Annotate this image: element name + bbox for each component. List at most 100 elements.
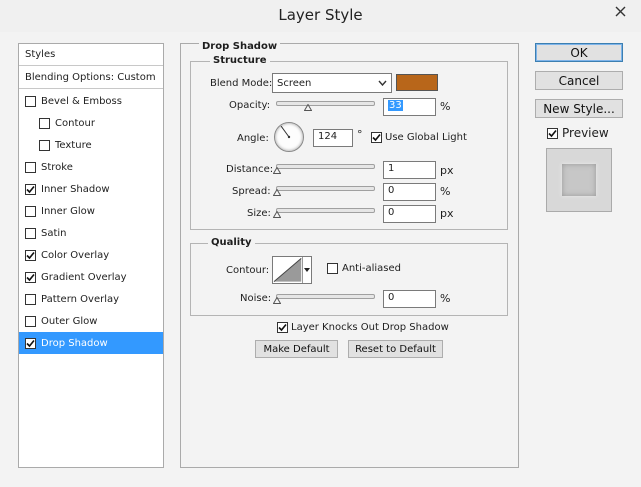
knocks-out-checkbox[interactable] bbox=[277, 322, 288, 333]
style-item-label: Gradient Overlay bbox=[41, 271, 127, 283]
use-global-light-checkbox[interactable] bbox=[371, 132, 382, 143]
size-slider-thumb[interactable] bbox=[272, 210, 282, 218]
size-value: 0 bbox=[388, 207, 395, 218]
anti-aliased-checkbox[interactable] bbox=[327, 263, 338, 274]
styles-list-panel: Styles Blending Options: Custom Bevel & … bbox=[18, 43, 164, 468]
style-item-label: Outer Glow bbox=[41, 315, 98, 327]
style-checkbox[interactable] bbox=[25, 227, 36, 239]
shadow-color-swatch[interactable] bbox=[396, 74, 438, 91]
size-slider[interactable] bbox=[276, 208, 375, 213]
style-checkbox-checked[interactable] bbox=[25, 271, 36, 283]
close-button[interactable] bbox=[606, 1, 634, 21]
blending-options-label: Blending Options: Custom bbox=[25, 72, 156, 83]
distance-input[interactable]: 1 bbox=[383, 161, 436, 179]
style-item-inner-glow[interactable]: Inner Glow bbox=[19, 200, 163, 222]
contour-dropdown-arrow-icon[interactable] bbox=[302, 257, 311, 283]
style-checkbox[interactable] bbox=[25, 205, 36, 217]
blend-mode-select[interactable]: Screen bbox=[272, 73, 392, 93]
distance-unit: px bbox=[440, 164, 454, 177]
window-title: Layer Style bbox=[278, 6, 363, 24]
section-title: Drop Shadow bbox=[199, 41, 281, 52]
distance-slider[interactable] bbox=[276, 164, 375, 169]
style-item-gradient-overlay[interactable]: Gradient Overlay bbox=[19, 266, 163, 288]
new-style-button[interactable]: New Style... bbox=[535, 99, 623, 118]
blend-mode-label: Blend Mode: bbox=[210, 78, 273, 89]
style-item-label: Bevel & Emboss bbox=[41, 95, 122, 107]
size-label: Size: bbox=[247, 208, 271, 219]
style-checkbox[interactable] bbox=[25, 95, 36, 107]
contour-label: Contour: bbox=[226, 265, 270, 276]
style-item-label: Texture bbox=[55, 139, 92, 151]
distance-label: Distance: bbox=[226, 164, 274, 175]
spread-input[interactable]: 0 bbox=[383, 183, 436, 201]
opacity-slider[interactable] bbox=[276, 101, 375, 106]
style-item-label: Inner Shadow bbox=[41, 183, 110, 195]
style-item-inner-shadow[interactable]: Inner Shadow bbox=[19, 178, 163, 200]
checkmark-icon bbox=[26, 251, 35, 259]
styles-header[interactable]: Styles bbox=[19, 44, 163, 66]
blend-mode-value: Screen bbox=[277, 77, 312, 89]
style-item-label: Stroke bbox=[41, 161, 73, 173]
knocks-out-label: Layer Knocks Out Drop Shadow bbox=[291, 322, 449, 333]
size-unit: px bbox=[440, 207, 454, 220]
style-item-stroke[interactable]: Stroke bbox=[19, 156, 163, 178]
style-item-label: Inner Glow bbox=[41, 205, 95, 217]
reset-to-default-button[interactable]: Reset to Default bbox=[348, 340, 443, 358]
style-checkbox[interactable] bbox=[25, 293, 36, 305]
size-input[interactable]: 0 bbox=[383, 205, 436, 223]
noise-slider[interactable] bbox=[276, 294, 375, 299]
angle-input[interactable]: 124 bbox=[313, 129, 353, 147]
spread-slider[interactable] bbox=[276, 186, 375, 191]
style-checkbox[interactable] bbox=[25, 315, 36, 327]
style-checkbox[interactable] bbox=[25, 161, 36, 173]
checkmark-icon bbox=[372, 133, 381, 142]
spread-slider-thumb[interactable] bbox=[272, 188, 282, 196]
opacity-slider-thumb[interactable] bbox=[303, 103, 313, 111]
cancel-button[interactable]: Cancel bbox=[535, 71, 623, 90]
style-item-label: Contour bbox=[55, 117, 95, 129]
style-checkbox[interactable] bbox=[39, 117, 50, 129]
make-default-button[interactable]: Make Default bbox=[255, 340, 338, 358]
cancel-label: Cancel bbox=[558, 73, 600, 88]
preview-toggle[interactable]: Preview bbox=[547, 126, 609, 140]
noise-input[interactable]: 0 bbox=[383, 290, 436, 308]
ok-button[interactable]: OK bbox=[535, 43, 623, 62]
angle-dial[interactable] bbox=[274, 122, 304, 152]
structure-title: Structure bbox=[210, 55, 270, 66]
style-item-texture[interactable]: Texture bbox=[19, 134, 163, 156]
anti-aliased-toggle[interactable]: Anti-aliased bbox=[327, 263, 401, 274]
knocks-out-toggle[interactable]: Layer Knocks Out Drop Shadow bbox=[277, 322, 449, 333]
contour-picker[interactable] bbox=[272, 256, 312, 284]
style-checkbox-checked[interactable] bbox=[25, 183, 36, 195]
distance-slider-thumb[interactable] bbox=[272, 166, 282, 174]
style-checkbox-checked[interactable] bbox=[25, 249, 36, 261]
preview-checkbox[interactable] bbox=[547, 127, 558, 139]
angle-value: 124 bbox=[318, 131, 338, 142]
chevron-down-icon bbox=[378, 78, 387, 89]
style-checkbox-checked[interactable] bbox=[25, 337, 36, 349]
checkmark-icon bbox=[26, 185, 35, 193]
style-preview-thumbnail bbox=[562, 164, 596, 196]
style-item-label: Satin bbox=[41, 227, 67, 239]
style-item-bevel-emboss[interactable]: Bevel & Emboss bbox=[19, 90, 163, 112]
blending-options-item[interactable]: Blending Options: Custom bbox=[19, 67, 163, 89]
style-checkbox[interactable] bbox=[39, 139, 50, 151]
style-item-contour[interactable]: Contour bbox=[19, 112, 163, 134]
opacity-input[interactable]: 33 bbox=[383, 98, 436, 116]
distance-value: 1 bbox=[388, 163, 395, 174]
use-global-light-toggle[interactable]: Use Global Light bbox=[371, 132, 467, 143]
noise-slider-thumb[interactable] bbox=[272, 296, 282, 304]
style-item-satin[interactable]: Satin bbox=[19, 222, 163, 244]
quality-title: Quality bbox=[208, 237, 255, 248]
spread-value: 0 bbox=[388, 185, 395, 196]
style-item-drop-shadow[interactable]: Drop Shadow bbox=[19, 332, 163, 354]
style-item-color-overlay[interactable]: Color Overlay bbox=[19, 244, 163, 266]
quality-group bbox=[190, 243, 508, 316]
style-item-label: Drop Shadow bbox=[41, 337, 108, 349]
checkmark-icon bbox=[26, 273, 35, 281]
angle-unit: ° bbox=[357, 128, 363, 141]
style-item-pattern-overlay[interactable]: Pattern Overlay bbox=[19, 288, 163, 310]
checkmark-icon bbox=[548, 129, 557, 137]
make-default-label: Make Default bbox=[263, 343, 330, 355]
style-item-outer-glow[interactable]: Outer Glow bbox=[19, 310, 163, 332]
